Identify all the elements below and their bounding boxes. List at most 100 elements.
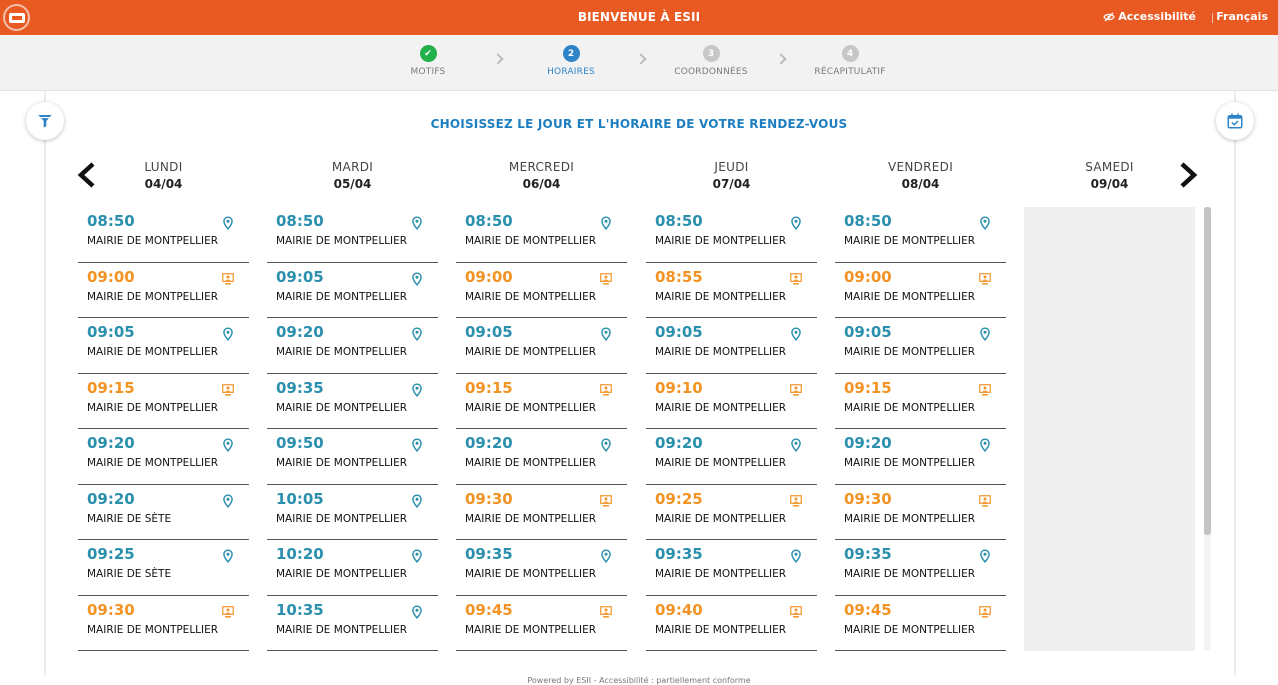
time-slot[interactable]: 09:20 MAIRIE DE SÈTE (78, 485, 249, 540)
step-coordonnees: 3 COORDONNÉES (661, 45, 761, 77)
slot-location: MAIRIE DE MONTPELLIER (276, 235, 408, 247)
time-slot[interactable]: 09:10 MAIRIE DE MONTPELLIER (646, 374, 817, 429)
time-slot[interactable]: 09:05 MAIRIE DE MONTPELLIER (78, 318, 249, 374)
location-pin-icon (978, 326, 992, 341)
day-header-jeudi: JEUDI 07/04 (646, 160, 817, 191)
time-slot[interactable]: 09:25 MAIRIE DE MONTPELLIER (646, 485, 817, 540)
slot-location: MAIRIE DE MONTPELLIER (465, 623, 597, 636)
slot-time: 09:30 (465, 489, 513, 508)
video-consultation-icon (599, 271, 613, 285)
time-slot[interactable]: 09:15 MAIRIE DE MONTPELLIER (835, 374, 1006, 429)
slot-time: 09:20 (87, 489, 135, 508)
step-motifs[interactable]: ✔ MOTIFS (378, 45, 478, 77)
slot-location: MAIRIE DE MONTPELLIER (465, 346, 597, 358)
location-pin-icon (221, 493, 235, 508)
time-slot[interactable]: 09:45 MAIRIE DE MONTPELLIER (456, 596, 627, 651)
time-slot[interactable]: 09:20 MAIRIE DE MONTPELLIER (646, 429, 817, 485)
time-slot[interactable]: 09:05 MAIRIE DE MONTPELLIER (456, 318, 627, 374)
video-consultation-icon (221, 604, 235, 618)
slot-time: 09:25 (87, 545, 135, 563)
time-slot[interactable]: 09:20 MAIRIE DE MONTPELLIER (78, 429, 249, 485)
video-consultation-icon (789, 493, 803, 507)
slot-time: 10:35 (276, 600, 324, 619)
slot-location: MAIRIE DE MONTPELLIER (844, 623, 976, 636)
scrollbar-thumb[interactable] (1204, 207, 1211, 535)
location-pin-icon (410, 215, 424, 230)
slot-location: MAIRIE DE MONTPELLIER (87, 290, 219, 303)
location-pin-icon (978, 548, 992, 563)
slot-time: 09:50 (276, 434, 324, 452)
time-slot[interactable]: 09:05 MAIRIE DE MONTPELLIER (646, 318, 817, 374)
step-number: 2 (562, 45, 580, 62)
slot-location: MAIRIE DE SÈTE (87, 568, 172, 580)
slot-time: 09:30 (87, 600, 135, 619)
time-slot[interactable]: 09:20 MAIRIE DE MONTPELLIER (456, 429, 627, 485)
slot-location: MAIRIE DE SÈTE (87, 512, 172, 525)
accessibility-link[interactable]: Accessibilité (1103, 10, 1196, 23)
time-slot[interactable]: 09:35 MAIRIE DE MONTPELLIER (646, 540, 817, 596)
slot-location: MAIRIE DE MONTPELLIER (844, 290, 976, 303)
time-slot[interactable]: 08:50 MAIRIE DE MONTPELLIER (267, 207, 438, 263)
day-date: 07/04 (712, 177, 751, 191)
time-slot[interactable]: 09:35 MAIRIE DE MONTPELLIER (267, 374, 438, 429)
time-slot[interactable]: 10:20 MAIRIE DE MONTPELLIER (267, 540, 438, 596)
time-slot[interactable]: 09:15 MAIRIE DE MONTPELLIER (78, 374, 249, 429)
slot-time: 09:35 (465, 545, 513, 563)
time-slot[interactable]: 09:50 MAIRIE DE MONTPELLIER (267, 429, 438, 485)
video-consultation-icon (978, 493, 992, 507)
slot-time: 08:50 (465, 212, 513, 230)
time-slot[interactable]: 09:45 MAIRIE DE MONTPELLIER (835, 596, 1006, 651)
video-consultation-icon (789, 604, 803, 618)
day-date: 08/04 (901, 177, 940, 191)
time-slot[interactable]: 09:05 MAIRIE DE MONTPELLIER (267, 263, 438, 318)
time-slot[interactable]: 09:30 MAIRIE DE MONTPELLIER (835, 485, 1006, 540)
time-slot[interactable]: 08:55 MAIRIE DE MONTPELLIER (646, 263, 817, 318)
time-slot[interactable]: 09:05 MAIRIE DE MONTPELLIER (835, 318, 1006, 374)
time-slot[interactable]: 09:25 MAIRIE DE SÈTE (78, 540, 249, 596)
time-slot[interactable]: 09:30 MAIRIE DE MONTPELLIER (78, 596, 249, 651)
video-consultation-icon (978, 271, 992, 285)
step-label: HORAIRES (547, 67, 595, 77)
booking-stepper: ✔ MOTIFS 2 HORAIRES 3 COORDONNÉES 4 RÉCA… (0, 35, 1278, 91)
step-horaires[interactable]: 2 HORAIRES (521, 45, 621, 77)
time-slot[interactable]: 08:50 MAIRIE DE MONTPELLIER (456, 207, 627, 263)
day-header-mercredi: MERCREDI 06/04 (456, 160, 627, 191)
time-slot[interactable]: 09:40 MAIRIE DE MONTPELLIER (646, 596, 817, 651)
time-slot[interactable]: 10:05 MAIRIE DE MONTPELLIER (267, 485, 438, 540)
time-slot[interactable]: 09:35 MAIRIE DE MONTPELLIER (456, 540, 627, 596)
location-pin-icon (599, 548, 613, 563)
location-pin-icon (410, 271, 424, 286)
time-slot[interactable]: 09:20 MAIRIE DE MONTPELLIER (267, 318, 438, 374)
time-slot[interactable]: 09:20 MAIRIE DE MONTPELLIER (835, 429, 1006, 485)
saturday-empty-column (1024, 207, 1195, 651)
step-number: 3 (702, 45, 720, 62)
location-pin-icon (221, 437, 235, 452)
language-selector[interactable]: Français (1216, 10, 1268, 23)
time-slot[interactable]: 09:15 MAIRIE DE MONTPELLIER (456, 374, 627, 429)
schedule-heading: CHOISISSEZ LE JOUR ET L'HORAIRE DE VOTRE… (430, 117, 848, 131)
slot-location: MAIRIE DE MONTPELLIER (87, 235, 219, 247)
time-slot[interactable]: 08:50 MAIRIE DE MONTPELLIER (835, 207, 1006, 263)
time-slot[interactable]: 09:30 MAIRIE DE MONTPELLIER (456, 485, 627, 540)
time-slot[interactable]: 08:50 MAIRIE DE MONTPELLIER (646, 207, 817, 263)
time-slot[interactable]: 09:00 MAIRIE DE MONTPELLIER (456, 263, 627, 318)
slot-location: MAIRIE DE MONTPELLIER (844, 457, 976, 469)
slot-location: MAIRIE DE MONTPELLIER (655, 235, 787, 247)
time-slot[interactable]: 10:35 MAIRIE DE MONTPELLIER (267, 596, 438, 651)
step-label: RÉCAPITULATIF (814, 67, 886, 77)
time-slot[interactable]: 09:35 MAIRIE DE MONTPELLIER (835, 540, 1006, 596)
time-slot[interactable]: 09:00 MAIRIE DE MONTPELLIER (78, 263, 249, 318)
location-pin-icon (599, 215, 613, 230)
step-label: COORDONNÉES (674, 67, 748, 77)
time-slot[interactable]: 09:00 MAIRIE DE MONTPELLIER (835, 263, 1006, 318)
slot-time: 09:00 (465, 267, 513, 286)
slot-time: 08:50 (87, 212, 135, 230)
time-slot[interactable]: 08:50 MAIRIE DE MONTPELLIER (78, 207, 249, 263)
header-divider (1212, 13, 1213, 23)
slot-location: MAIRIE DE MONTPELLIER (844, 568, 976, 580)
location-pin-icon (410, 493, 424, 508)
step-check-icon: ✔ (419, 45, 437, 62)
day-date: 09/04 (1090, 177, 1129, 191)
location-pin-icon (978, 437, 992, 452)
slot-time: 09:20 (276, 323, 324, 341)
